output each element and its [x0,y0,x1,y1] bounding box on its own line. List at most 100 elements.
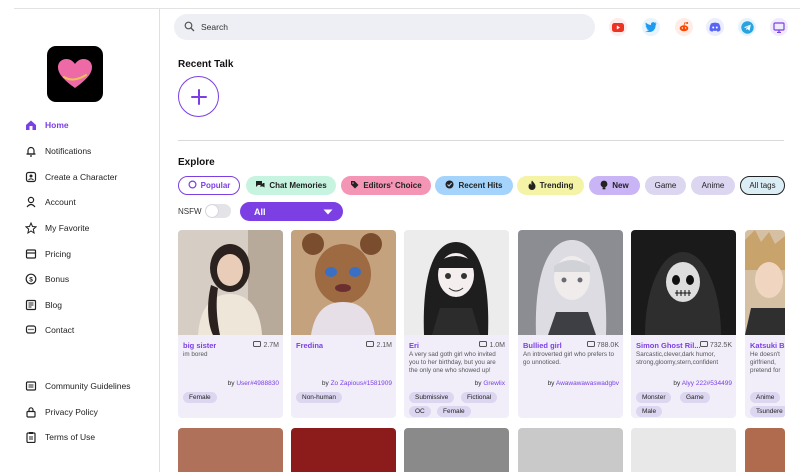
character-name: Eri [409,341,420,350]
character-card[interactable] [518,428,623,472]
search-bar[interactable] [174,14,595,40]
lock-icon [24,406,37,419]
sidebar-item-label: Blog [45,300,63,310]
character-card[interactable]: Fredina 2.1M by Zo Zapious#1581909 Non-h… [291,230,396,418]
star-icon [24,222,37,235]
sidebar-item-notifications[interactable]: Notifications [24,142,91,160]
character-description: A very sad goth girl who invited you to … [409,351,496,374]
monitor-icon[interactable] [770,18,788,36]
app-logo[interactable] [47,46,103,102]
author-link[interactable]: Awawawawaswadgbv [556,380,619,387]
sidebar-item-pricing[interactable]: Pricing [24,245,71,263]
heart-logo-icon [58,59,92,88]
popular-icon [188,180,197,191]
character-avatar-image [291,230,396,335]
sidebar-item-my-favorite[interactable]: My Favorite [24,219,89,237]
sidebar-item-community-guidelines[interactable]: Community Guidelines [24,377,131,395]
character-card[interactable]: Simon Ghost Ril... 732.5K Sarcastic,clev… [631,230,736,418]
guidelines-icon [24,380,37,393]
character-tag[interactable]: OC [409,406,431,417]
pricing-icon [24,248,37,261]
character-card[interactable] [178,428,283,472]
character-avatar-image [404,230,509,335]
character-card[interactable]: Eri 1.0M A very sad goth girl who invite… [404,230,509,418]
chip-new[interactable]: New [589,176,640,195]
character-tag[interactable]: Game [680,392,710,403]
character-tag[interactable]: Non-human [296,392,342,403]
sidebar-item-label: Bonus [45,274,70,284]
coin-icon: $ [24,273,37,286]
chat-count: 2.7M [253,341,279,350]
explore-title: Explore [178,157,215,168]
character-tag[interactable]: Tsundere [750,406,785,417]
author-link[interactable]: Alyy 222#534499 [682,380,732,387]
sidebar: Home Notifications Create a Character Ac… [14,9,160,472]
character-name: Fredina [296,341,324,350]
chip-popular[interactable]: Popular [178,176,240,195]
chat-bubbles-icon [255,180,265,191]
blog-icon [24,299,37,312]
character-name: Bullied girl [523,341,562,350]
chevron-down-icon [323,207,333,217]
character-card[interactable] [631,428,736,472]
sidebar-item-home[interactable]: Home [24,116,69,134]
sidebar-item-terms-of-use[interactable]: Terms of Use [24,428,95,446]
character-card[interactable]: Bullied girl 788.0K An introverted girl … [518,230,623,418]
bell-icon [24,145,37,158]
author-link[interactable]: Grewlix [483,380,505,387]
telegram-icon[interactable] [738,18,756,36]
account-icon [24,196,37,209]
bulb-icon [600,180,608,192]
author-link[interactable]: Zo Zapious#1581909 [331,380,392,387]
chip-anime[interactable]: Anime [691,176,735,195]
recent-talk-title: Recent Talk [178,59,234,70]
sidebar-item-contact[interactable]: Contact [24,321,74,339]
chip-chat-memories[interactable]: Chat Memories [246,176,336,195]
character-card[interactable]: big sister 2.7M im bored by User#4988830… [178,230,283,418]
chip-trending[interactable]: Trending [517,176,584,195]
character-card[interactable] [745,428,785,472]
character-tag[interactable]: Submissive [409,392,455,403]
sidebar-item-label: Community Guidelines [45,381,131,391]
chat-count: 788.0K [586,341,619,350]
sidebar-item-blog[interactable]: Blog [24,296,62,314]
sidebar-item-bonus[interactable]: $ Bonus [24,270,69,288]
character-card[interactable] [291,428,396,472]
add-chat-button[interactable] [178,76,219,117]
twitter-icon[interactable] [642,18,660,36]
reddit-icon[interactable] [675,18,693,36]
character-card[interactable] [404,428,509,472]
character-tag[interactable]: Female [437,406,471,417]
sidebar-item-label: Account [45,197,76,207]
search-input[interactable] [201,22,581,32]
category-select[interactable]: All [240,202,343,221]
character-card[interactable]: Katsuki B He doesn't girlfriend, pretend… [745,230,785,418]
character-avatar-image [631,230,736,335]
chip-recent-hits[interactable]: Recent Hits [435,176,513,195]
character-tag[interactable]: Monster [636,392,672,403]
author-link[interactable]: User#4988830 [236,380,279,387]
character-tag[interactable]: Fictional [461,392,498,403]
nsfw-toggle[interactable] [205,204,231,218]
character-author: by Grewlix [474,380,505,387]
character-tag[interactable]: Anime [750,392,781,403]
chip-editors-choice[interactable]: Editors' Choice [341,176,431,195]
sidebar-item-create-character[interactable]: Create a Character [24,168,117,186]
discord-icon[interactable] [706,18,724,36]
sidebar-item-privacy-policy[interactable]: Privacy Policy [24,403,98,421]
sidebar-item-label: Create a Character [45,172,118,182]
character-avatar-image [745,230,785,335]
character-tag[interactable]: Female [183,392,217,403]
sidebar-item-label: Privacy Policy [45,407,98,417]
character-tag[interactable]: Male [636,406,663,417]
character-author: by Alyy 222#534499 [673,380,732,387]
chip-game[interactable]: Game [645,176,686,195]
sidebar-item-account[interactable]: Account [24,193,76,211]
character-description: He doesn't girlfriend, pretend for [750,351,781,374]
sidebar-item-label: My Favorite [45,223,90,233]
chip-all-tags[interactable]: All tags [740,176,785,195]
character-author: by User#4988830 [227,380,279,387]
youtube-icon[interactable] [609,18,627,36]
character-description: An introverted girl who prefers to go un… [523,351,614,366]
character-description: Sarcastic,clever,dark humor, strong,gloo… [636,351,719,366]
